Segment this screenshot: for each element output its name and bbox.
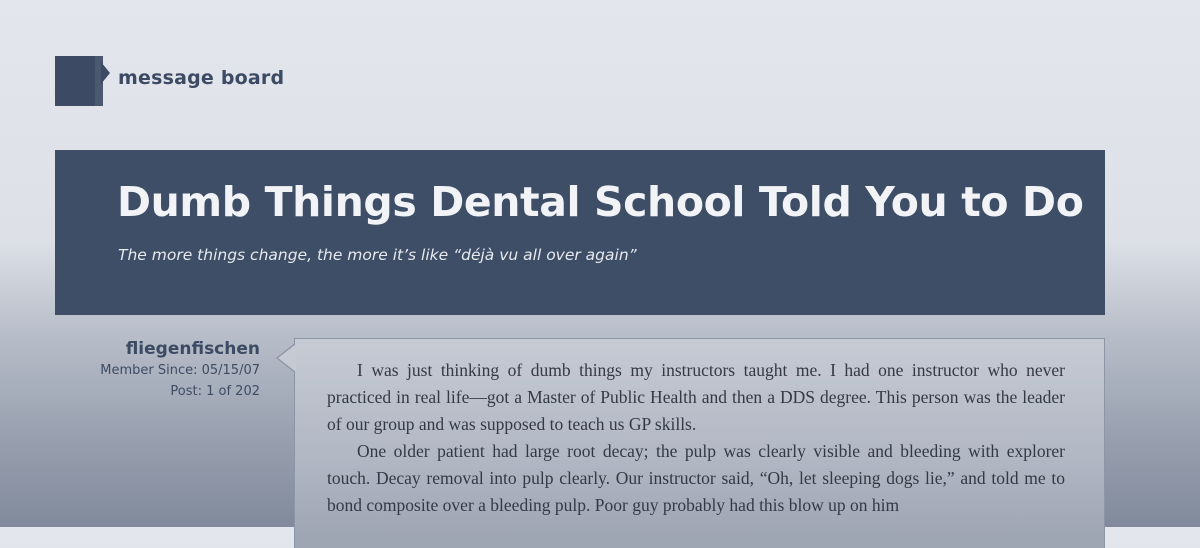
site-name: message board <box>118 67 285 89</box>
author-name-link[interactable]: fliegenfischen <box>100 338 260 360</box>
post-message-bubble: I was just thinking of dumb things my in… <box>276 338 1105 548</box>
thread-title: Dumb Things Dental School Told You to Do <box>117 178 1084 226</box>
post-paragraph: I was just thinking of dumb things my in… <box>327 360 1065 434</box>
site-brand[interactable]: message board <box>55 56 284 106</box>
post-author-info: fliegenfischen Member Since: 05/15/07 Po… <box>100 338 260 402</box>
author-member-since: Member Since: 05/15/07 <box>100 363 260 378</box>
author-post-count: Post: 1 of 202 <box>170 384 260 399</box>
thread-subtitle: The more things change, the more it’s li… <box>118 246 637 264</box>
post-body: I was just thinking of dumb things my in… <box>327 357 1065 519</box>
post-paragraph: One older patient had large root decay; … <box>327 441 1065 515</box>
thread-title-banner: Dumb Things Dental School Told You to Do… <box>55 150 1105 315</box>
message-board-logo-icon <box>55 56 110 106</box>
